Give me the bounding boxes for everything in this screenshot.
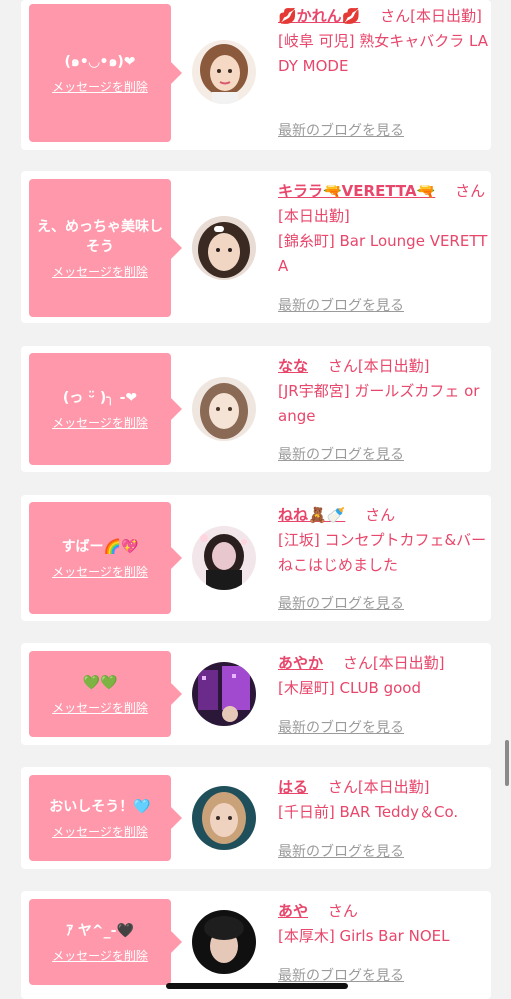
cast-name-link[interactable]: なな (278, 357, 308, 375)
latest-blog-link[interactable]: 最新のブログを見る (278, 593, 404, 613)
message-bubble: すばー🌈💖 メッセージを削除 (29, 502, 182, 614)
latest-blog-link[interactable]: 最新のブログを見る (278, 444, 404, 464)
message-card: おいしそう！🩵 メッセージを削除 はる さん[本日出勤] [千日前] BAR T… (21, 767, 491, 869)
woman-photo-avatar-icon (192, 526, 256, 590)
message-bubble: え、めっちゃ美味しそう メッセージを削除 (29, 179, 182, 317)
message-text: 💚💚 (82, 674, 118, 691)
delete-message-link[interactable]: メッセージを削除 (52, 263, 148, 280)
cast-info: なな さん[本日出勤] [JR宇都宮] ガールズカフェ orange (278, 354, 488, 429)
delete-message-link[interactable]: メッセージを削除 (52, 823, 148, 840)
message-card: (๑•◡•๑)❤ メッセージを削除 💋かれん💋 さん[本日出勤] [岐阜 可児]… (21, 0, 491, 150)
delete-message-link[interactable]: メッセージを削除 (52, 947, 148, 964)
status-text: [本日出勤] (278, 207, 350, 225)
cast-name-link[interactable]: はる (278, 778, 308, 796)
honorific: さん (380, 7, 411, 25)
delete-message-link[interactable]: メッセージを削除 (52, 414, 148, 431)
message-text: え、めっちゃ美味しそう (37, 218, 163, 255)
status-text: [本日出勤] (357, 778, 430, 796)
cast-name-link[interactable]: キララ🔫VERETTA🔫 (278, 182, 435, 200)
latest-blog-link[interactable]: 最新のブログを見る (278, 965, 404, 985)
message-text: (๑•◡•๑)❤ (64, 53, 136, 70)
honorific: さん (327, 902, 358, 920)
message-bubble: (๑•◡•๑)❤ メッセージを削除 (29, 4, 182, 142)
woman-photo-avatar-icon (192, 910, 256, 974)
cast-name-link[interactable]: あやか (278, 654, 323, 672)
store-location: [JR宇都宮] ガールズカフェ orange (278, 382, 480, 425)
avatar[interactable] (192, 910, 256, 974)
honorific: さん (342, 654, 373, 672)
delete-message-link[interactable]: メッセージを削除 (52, 78, 148, 95)
delete-message-link[interactable]: メッセージを削除 (52, 699, 148, 716)
delete-message-link[interactable]: メッセージを削除 (52, 563, 148, 580)
latest-blog-link[interactable]: 最新のブログを見る (278, 841, 404, 861)
honorific: さん (455, 182, 486, 200)
cast-info: 💋かれん💋 さん[本日出勤] [岐阜 可児] 熟女キャバクラ LADY MODE (278, 4, 488, 79)
honorific: さん (365, 506, 396, 524)
message-bubble: (っ ᵕ̈ )╮ -❤ メッセージを削除 (29, 353, 182, 465)
status-text: [本日出勤] (410, 7, 482, 25)
honorific: さん (327, 778, 358, 796)
message-bubble: おいしそう！🩵 メッセージを削除 (29, 775, 182, 861)
store-location: [岐阜 可児] 熟女キャバクラ LADY MODE (278, 32, 488, 75)
avatar[interactable] (192, 526, 256, 590)
store-location: [本厚木] Girls Bar NOEL (278, 927, 450, 945)
illustrated-woman-avatar-icon (192, 40, 256, 104)
honorific: さん (327, 357, 358, 375)
latest-blog-link[interactable]: 最新のブログを見る (278, 295, 404, 315)
cast-info: キララ🔫VERETTA🔫 さん [本日出勤] [錦糸町] Bar Lounge V… (278, 179, 488, 279)
status-text: [本日出勤] (372, 654, 445, 672)
message-text: おいしそう！🩵 (49, 798, 151, 815)
cast-name-link[interactable]: あや (278, 902, 308, 920)
latest-blog-link[interactable]: 最新のブログを見る (278, 717, 404, 737)
store-location: [江坂] コンセプトカフェ&バー ねこはじめました (278, 531, 502, 574)
message-text: (っ ᵕ̈ )╮ -❤ (62, 389, 138, 406)
cast-info: ねね🧸🍼 さん [江坂] コンセプトカフェ&バー ねこはじめました (278, 503, 501, 578)
message-card: (っ ᵕ̈ )╮ -❤ メッセージを削除 なな さん[本日出勤] [JR宇都宮]… (21, 346, 491, 472)
avatar[interactable] (192, 40, 256, 104)
avatar[interactable] (192, 786, 256, 850)
avatar[interactable] (192, 377, 256, 441)
message-card: 💚💚 メッセージを削除 あやか さん[本日出勤] [木屋町] CLUB good… (21, 643, 491, 745)
cast-info: はる さん[本日出勤] [千日前] BAR Teddy＆Co. (278, 775, 488, 825)
cast-info: あやか さん[本日出勤] [木屋町] CLUB good (278, 651, 488, 701)
woman-photo-avatar-icon (192, 216, 256, 280)
latest-blog-link[interactable]: 最新のブログを見る (278, 120, 404, 140)
message-text: すばー🌈💖 (61, 538, 139, 555)
status-text: [本日出勤] (357, 357, 430, 375)
message-card: すばー🌈💖 メッセージを削除 ねね🧸🍼 さん [江坂] コンセプトカフェ&バー … (21, 495, 501, 621)
cast-name-link[interactable]: 💋かれん💋 (278, 7, 360, 25)
store-location: [木屋町] CLUB good (278, 679, 421, 697)
night-club-photo-avatar-icon (192, 662, 256, 726)
message-card: え、めっちゃ美味しそう メッセージを削除 キララ🔫VERETTA🔫 さん [本日出… (21, 171, 491, 323)
avatar[interactable] (192, 662, 256, 726)
avatar[interactable] (192, 216, 256, 280)
message-text: ｱ ヤ^_-🖤 (66, 922, 134, 939)
cast-name-link[interactable]: ねね🧸🍼 (278, 506, 345, 524)
message-bubble: 💚💚 メッセージを削除 (29, 651, 182, 737)
home-indicator (166, 983, 348, 989)
woman-photo-avatar-icon (192, 786, 256, 850)
store-location: [千日前] BAR Teddy＆Co. (278, 803, 459, 821)
message-bubble: ｱ ヤ^_-🖤 メッセージを削除 (29, 899, 182, 985)
cast-info: あや さん [本厚木] Girls Bar NOEL (278, 899, 488, 949)
scrollbar[interactable] (505, 740, 509, 786)
woman-photo-avatar-icon (192, 377, 256, 441)
store-location: [錦糸町] Bar Lounge VERETTA (278, 232, 488, 275)
